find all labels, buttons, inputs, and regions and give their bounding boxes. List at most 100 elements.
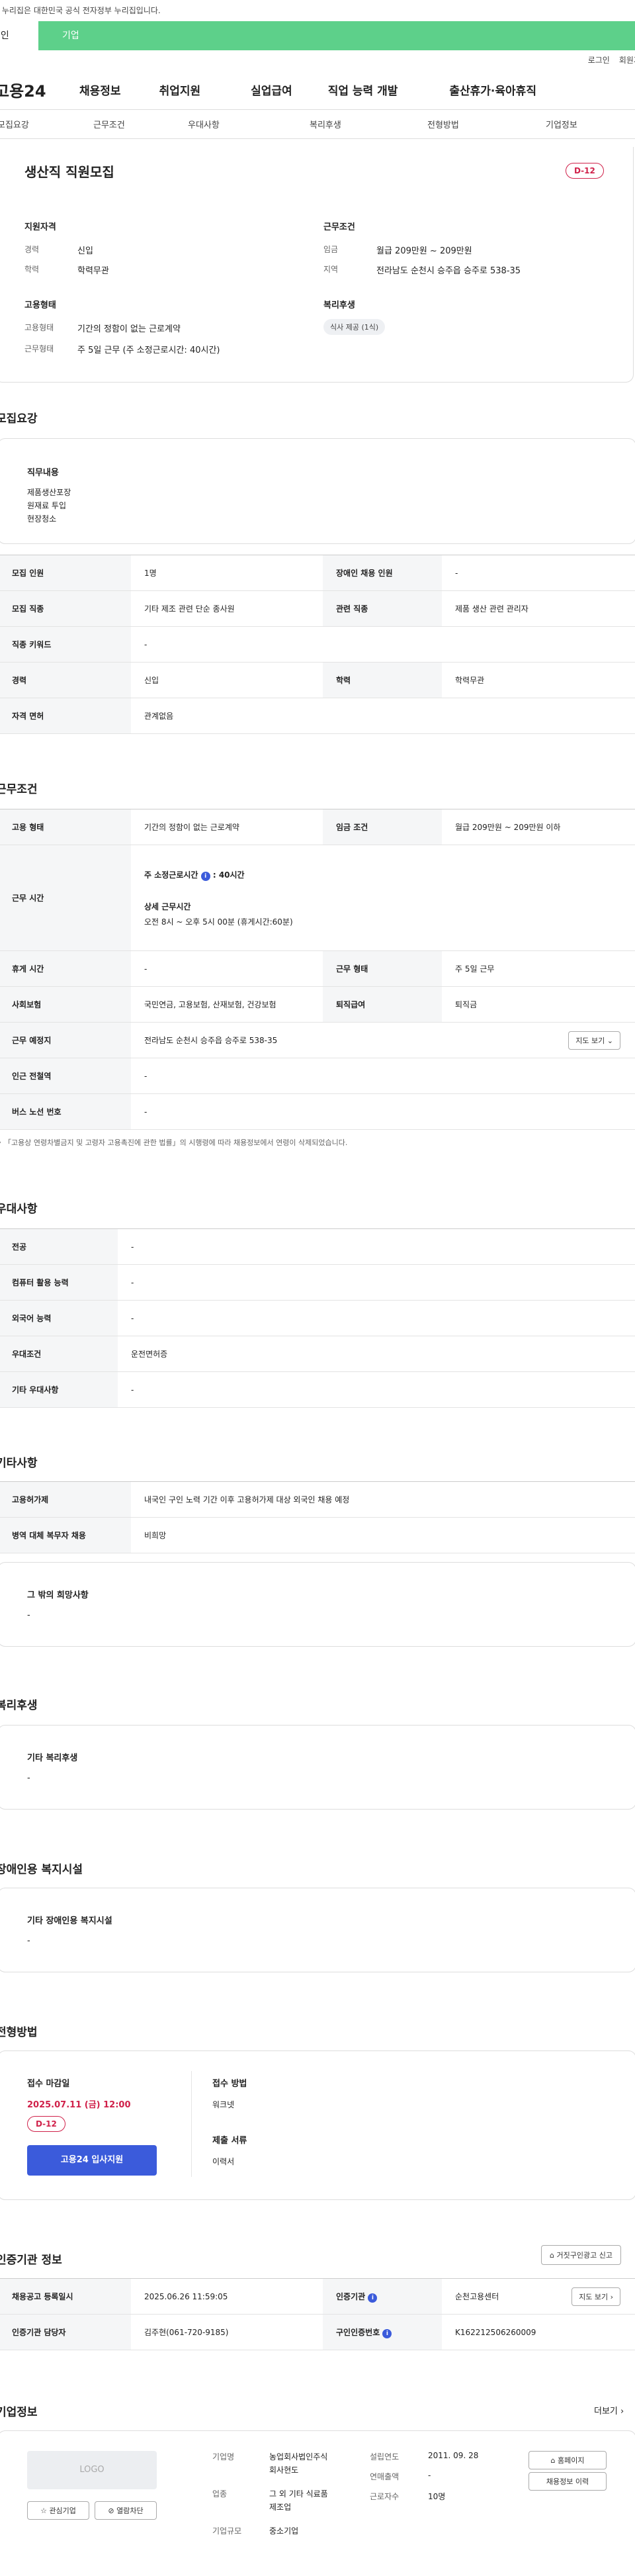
cell-label: 전공 bbox=[0, 1228, 118, 1265]
cell-label: 근무 형태 bbox=[323, 950, 442, 987]
cell-label: 근무 예정지 bbox=[0, 1022, 131, 1058]
table-row: 컴퓨터 활용 능력 - bbox=[0, 1264, 635, 1301]
cert-map-button[interactable]: 지도 보기 › bbox=[572, 2287, 620, 2306]
employees-value: 10명 bbox=[428, 2492, 446, 2501]
gnb-item-training[interactable]: 직업 능력 개발 bbox=[328, 81, 398, 98]
info-icon[interactable]: i bbox=[368, 2293, 378, 2303]
tab-personal-label: 개인 bbox=[0, 30, 9, 41]
sales-value: - bbox=[428, 2471, 431, 2480]
welfare-section-title: 복리후생 bbox=[0, 1699, 38, 1712]
cell-label: 휴게 시간 bbox=[0, 950, 131, 987]
table-row: 모집 인원 1명 장애인 채용 인원 - bbox=[0, 555, 635, 591]
cell-label: 퇴직급여 bbox=[323, 986, 442, 1023]
interest-button[interactable]: ☆ 관심기업 bbox=[27, 2501, 89, 2520]
size-value: 중소기업 bbox=[269, 2526, 299, 2536]
info-icon[interactable]: i bbox=[200, 871, 210, 881]
selection-dday-badge: D-12 bbox=[27, 2116, 65, 2132]
cell-label: 직종 키워드 bbox=[0, 626, 131, 663]
cell-label: 사회보험 bbox=[0, 986, 131, 1023]
cell-label: 경력 bbox=[0, 662, 131, 698]
emp-title: 고용형태 bbox=[24, 300, 56, 310]
tab-welfare[interactable]: 복리후생 bbox=[310, 118, 427, 130]
etc-title: 기타사항 bbox=[0, 1457, 38, 1470]
cell-label: 학력 bbox=[323, 662, 442, 698]
cert-org-cell: 순천고용센터 지도 보기 › bbox=[442, 2278, 635, 2315]
block-button[interactable]: ⊘ 열람차단 bbox=[95, 2501, 157, 2520]
docs-title: 제출 서류 bbox=[212, 2136, 247, 2146]
disabled-card: 기타 장애인용 복지시설 - bbox=[0, 1888, 635, 1972]
wish-card: 그 밖의 희망사항 - bbox=[0, 1562, 635, 1647]
duty-card: 직무내용 제품생산포장 원재료 투입 현장청소 bbox=[0, 438, 635, 544]
logo[interactable]: 고용24 bbox=[0, 78, 79, 101]
cell-label: 우대조건 bbox=[0, 1336, 118, 1372]
emp-type-label: 고용형태 bbox=[24, 323, 54, 332]
weekly-hours-label: 주 소정근로시간 bbox=[144, 870, 198, 880]
cell-value: - bbox=[118, 1300, 635, 1336]
welfare-chip: 식사 제공 (1식) bbox=[323, 319, 386, 335]
cell-value: - bbox=[118, 1264, 635, 1301]
table-row: 외국어 능력 - bbox=[0, 1300, 635, 1336]
company-more-link[interactable]: 더보기 › bbox=[594, 2404, 624, 2416]
duty-line: 현장청소 bbox=[27, 514, 57, 524]
section-tabs: 모집요강 근무조건 우대사항 복리후생 전형방법 기업정보 bbox=[0, 110, 635, 139]
work-table: 고용 형태 기간의 정함이 없는 근로계약 임금 조건 월급 209만원 ~ 2… bbox=[0, 809, 635, 1130]
cell-value: 관계없음 bbox=[131, 698, 635, 734]
cell-value: 1명 bbox=[131, 555, 323, 591]
company-name-value-2: 회사현도 bbox=[269, 2465, 299, 2475]
deadline-title: 접수 마감일 bbox=[27, 2079, 70, 2089]
cell-value: 퇴직금 bbox=[442, 986, 635, 1023]
gnb-item-employment-support[interactable]: 취업지원 bbox=[159, 81, 201, 98]
cert-map-button-label: 지도 보기 bbox=[579, 2293, 609, 2301]
industry-value-2: 제조업 bbox=[269, 2503, 292, 2512]
tab-company[interactable]: 기업정보 bbox=[546, 118, 577, 130]
gnb-item-unemployment[interactable]: 실업급여 bbox=[251, 81, 292, 98]
history-button[interactable]: 채용정보 이력 bbox=[529, 2472, 607, 2491]
tab-work[interactable]: 근무조건 bbox=[93, 118, 188, 130]
method-title: 접수 방법 bbox=[212, 2079, 247, 2089]
report-button[interactable]: ⌂ 거짓구인광고 신고 bbox=[541, 2245, 621, 2265]
homepage-button[interactable]: ⌂ 홈페이지 bbox=[529, 2451, 607, 2469]
cell-label: 인근 전철역 bbox=[0, 1058, 131, 1094]
tab-company-label: 기업 bbox=[62, 30, 79, 41]
info-icon[interactable]: i bbox=[382, 2328, 392, 2338]
star-icon: ☆ bbox=[40, 2507, 47, 2515]
map-button[interactable]: 지도 보기 ⌄ bbox=[568, 1031, 620, 1050]
table-row: 직종 키워드 - bbox=[0, 626, 635, 663]
age-note-text: 「고용상 연령차별금지 및 고령자 고용촉진에 관한 법률」의 시행령에 따라 … bbox=[4, 1138, 348, 1147]
work-form-label: 근무형태 bbox=[24, 344, 54, 353]
cell-value: 순천고용센터 bbox=[455, 2292, 499, 2301]
cell-label: 모집 직종 bbox=[0, 590, 131, 627]
size-label: 기업규모 bbox=[212, 2526, 242, 2536]
gnb-item-jobs[interactable]: 채용정보 bbox=[79, 81, 121, 98]
apply-button[interactable]: 고용24 입사지원 bbox=[27, 2145, 157, 2176]
chevron-down-icon: ⌄ bbox=[607, 1036, 613, 1045]
gnb-item-maternity[interactable]: 출산휴가·육아휴직 bbox=[449, 81, 536, 98]
cell-value: 기간의 정함이 없는 근로계약 bbox=[131, 809, 323, 845]
cell-label: 관련 직종 bbox=[323, 590, 442, 627]
region-value: 전라남도 순천시 승주읍 승주로 538-35 bbox=[376, 266, 521, 276]
cell-value: - bbox=[118, 1228, 635, 1265]
company-name-label: 기업명 bbox=[212, 2452, 235, 2461]
cell-label: 구인인증번호 bbox=[336, 2327, 380, 2337]
etc-table: 고용허가제 내국인 구인 노력 기간 이후 고용허가제 대상 외국인 채용 예정 … bbox=[0, 1481, 635, 1553]
tab-selection[interactable]: 전형방법 bbox=[427, 118, 546, 130]
duty-line: 제품생산포장 bbox=[27, 488, 71, 497]
cell-label: 고용허가제 bbox=[0, 1481, 131, 1518]
tab-pref[interactable]: 우대사항 bbox=[188, 118, 310, 130]
report-button-label: 거짓구인광고 신고 bbox=[556, 2251, 613, 2260]
founded-value: 2011. 09. 28 bbox=[428, 2451, 479, 2460]
company-title: 기업정보 bbox=[0, 2406, 38, 2419]
login-link[interactable]: 로그인 bbox=[588, 54, 610, 70]
tab-company[interactable]: 기업 bbox=[38, 21, 635, 50]
join-link[interactable]: 회원가입 bbox=[619, 54, 635, 70]
tab-personal[interactable]: 개인 bbox=[0, 21, 38, 50]
cell-label: 장애인 채용 인원 bbox=[323, 555, 442, 591]
cell-value: K162212506260009 bbox=[442, 2314, 635, 2350]
table-row: 모집 직종 기타 제조 관련 단순 종사원 관련 직종 제품 생산 관련 관리자 bbox=[0, 590, 635, 627]
gov-banner-text: 이 누리집은 대한민국 공식 전자정부 누리집입니다. bbox=[0, 6, 161, 15]
pref-table: 전공 - 컴퓨터 활용 능력 - 외국어 능력 - 우대조건 운전면허증 기타 우대사항… bbox=[0, 1228, 635, 1408]
tab-recruit[interactable]: 모집요강 bbox=[0, 118, 93, 130]
recruit-title: 모집요강 bbox=[0, 412, 38, 426]
sales-label: 연매출액 bbox=[370, 2472, 400, 2481]
disabled-title: 장애인용 복지시설 bbox=[0, 1863, 83, 1876]
